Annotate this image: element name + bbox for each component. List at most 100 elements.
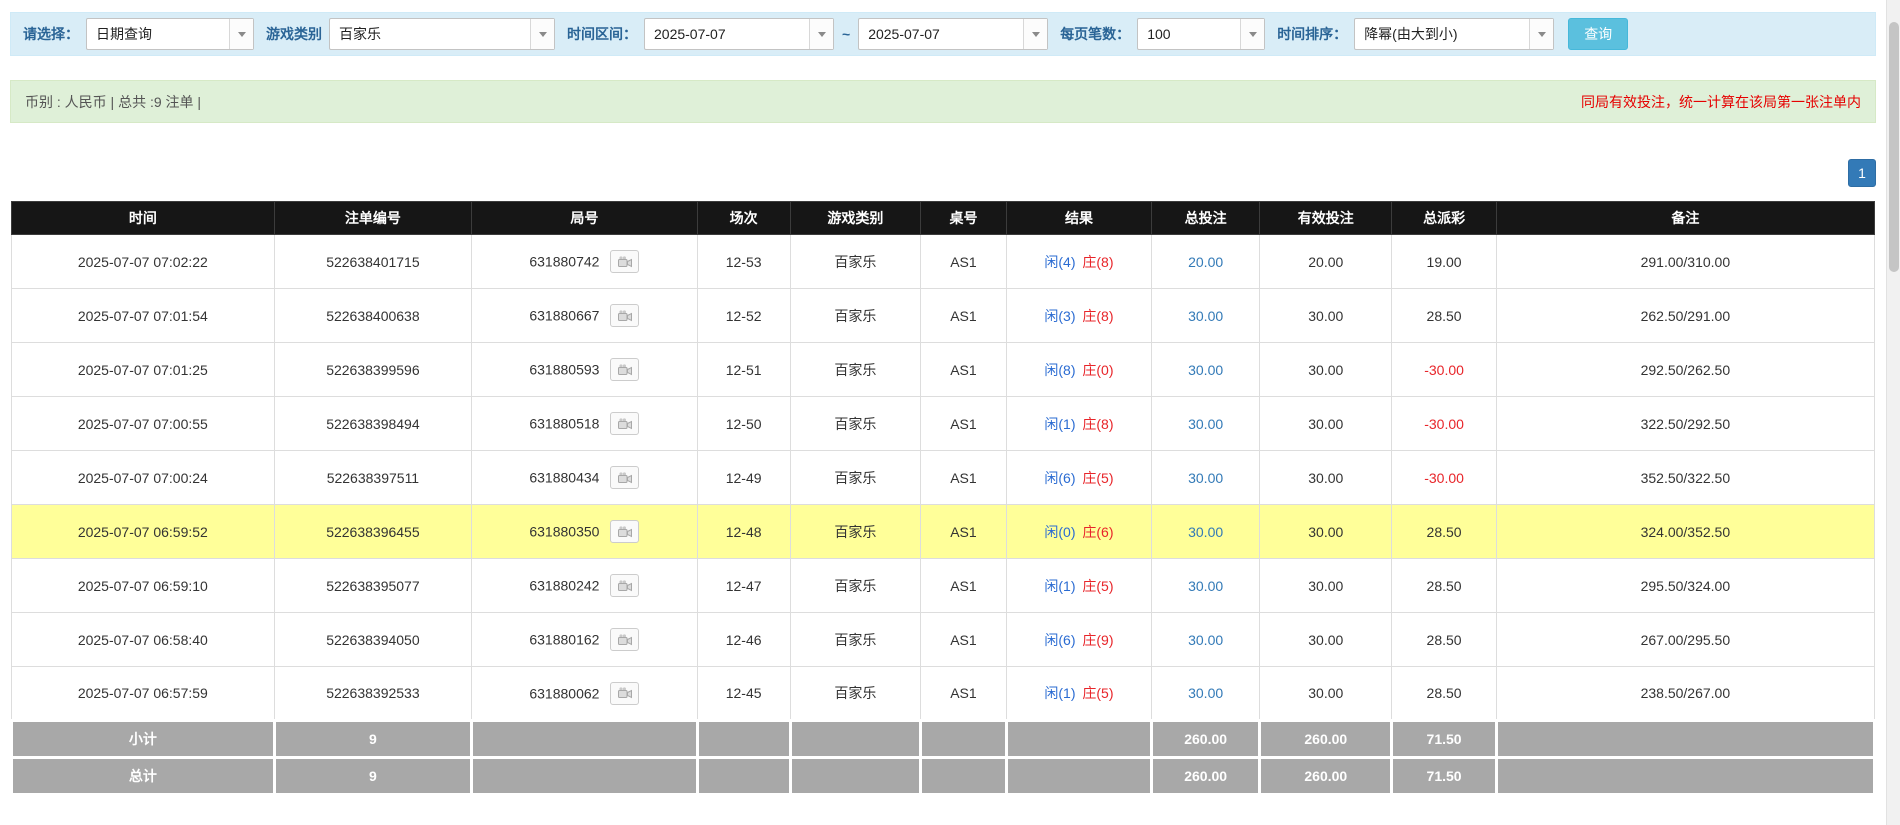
header-bet-id: 注单编号 [273,201,473,235]
table-row[interactable]: 2025-07-07 07:00:55 522638398494 6318805… [11,396,1876,451]
chevron-down-icon[interactable] [530,19,554,49]
replay-video-icon[interactable] [610,250,640,273]
round-number: 631880593 [529,361,600,378]
round-number: 631880350 [529,523,600,540]
cell-total-bet: 30.00 [1151,396,1261,451]
total-bet-link[interactable]: 30.00 [1188,416,1223,432]
cell-session: 12-52 [696,288,791,343]
cell-game-type: 百家乐 [789,612,922,667]
total-bet-link[interactable]: 30.00 [1188,308,1223,324]
cell-valid-bet: 30.00 [1259,396,1393,451]
header-valid-bet: 有效投注 [1259,201,1393,235]
chevron-down-icon[interactable] [809,19,833,49]
header-game-type: 游戏类别 [789,201,922,235]
replay-video-icon[interactable] [610,520,640,543]
cell-session: 12-50 [696,396,791,451]
cell-payout: 28.50 [1391,558,1497,613]
footer-empty-cell [919,756,1008,796]
subtotal-count: 9 [272,719,474,759]
cell-time: 2025-07-07 07:01:25 [11,342,275,397]
chevron-down-icon[interactable] [1023,19,1048,49]
replay-video-icon[interactable] [610,358,640,381]
table-row[interactable]: 2025-07-07 06:58:40 522638394050 6318801… [11,612,1876,667]
total-bet-link[interactable]: 30.00 [1188,470,1223,486]
replay-video-icon[interactable] [610,574,640,597]
table-row[interactable]: 2025-07-07 07:01:25 522638399596 6318805… [11,342,1876,397]
result-banker: 庄(8) [1082,253,1114,270]
grand-total-payout: 71.50 [1390,756,1498,796]
header-table-no: 桌号 [920,201,1007,235]
round-number: 631880434 [529,469,600,486]
cell-note: 291.00/310.00 [1495,234,1876,289]
table-row[interactable]: 2025-07-07 06:59:10 522638395077 6318802… [11,558,1876,613]
cell-session: 12-47 [696,558,791,613]
replay-video-icon[interactable] [610,412,640,435]
filter-bar: 请选择： 日期查询 游戏类别 百家乐 时间区间： 2025-07-07 ~ 20… [10,12,1876,56]
total-bet-link[interactable]: 30.00 [1188,524,1223,540]
total-bet-link[interactable]: 30.00 [1188,578,1223,594]
cell-total-bet: 30.00 [1151,612,1261,667]
cell-table-no: AS1 [920,450,1007,505]
chevron-down-icon[interactable] [229,19,253,49]
table-row[interactable]: 2025-07-07 06:59:52 522638396455 6318803… [11,504,1876,559]
result-banker: 庄(5) [1082,577,1114,594]
cell-valid-bet: 30.00 [1259,666,1393,721]
page-size-value: 100 [1147,26,1171,42]
table-row[interactable]: 2025-07-07 07:01:54 522638400638 6318806… [11,288,1876,343]
vertical-scrollbar[interactable] [1886,0,1900,825]
sort-order-select[interactable]: 降幂(由大到小) [1354,18,1555,50]
date-to-select[interactable]: 2025-07-07 [858,18,1049,50]
cell-game-type: 百家乐 [789,558,922,613]
cell-payout: 19.00 [1391,234,1497,289]
replay-video-icon[interactable] [610,466,640,489]
replay-video-icon[interactable] [610,681,640,705]
chevron-down-icon[interactable] [1529,19,1554,49]
valid-bet-notice: 同局有效投注，统一计算在该局第一张注单内 [1581,93,1861,110]
cell-session: 12-48 [696,504,791,559]
time-range-label: 时间区间： [567,26,637,42]
header-round-id: 局号 [471,201,698,235]
cell-bet-id: 522638398494 [273,396,473,451]
table-header: 时间 注单编号 局号 场次 游戏类别 桌号 结果 总投注 有效投注 总派彩 备注 [11,201,1876,235]
round-number: 631880518 [529,415,600,432]
cell-result: 闲(0) 庄(6) [1005,504,1153,559]
chevron-down-icon[interactable] [1240,19,1265,49]
cell-valid-bet: 30.00 [1259,558,1393,613]
total-bet-link[interactable]: 30.00 [1188,685,1223,701]
date-from-value: 2025-07-07 [654,26,726,42]
pagination: 1 [10,159,1876,187]
grand-total-label: 总计 [10,756,276,796]
result-banker: 庄(5) [1082,469,1114,486]
page-button-1[interactable]: 1 [1848,159,1876,187]
header-time: 时间 [11,201,275,235]
result-player: 闲(1) [1044,415,1076,432]
cell-round-id: 631880742 [471,234,698,289]
cell-bet-id: 522638392533 [273,666,473,721]
cell-table-no: AS1 [920,342,1007,397]
query-type-select[interactable]: 日期查询 [86,18,254,50]
scrollbar-thumb[interactable] [1889,22,1899,272]
table-row[interactable]: 2025-07-07 07:00:24 522638397511 6318804… [11,450,1876,505]
page-size-select[interactable]: 100 [1137,18,1266,50]
game-type-select[interactable]: 百家乐 [329,18,555,50]
cell-session: 12-51 [696,342,791,397]
cell-time: 2025-07-07 06:59:10 [11,558,275,613]
cell-payout: -30.00 [1391,396,1497,451]
replay-video-icon[interactable] [610,304,640,327]
date-from-select[interactable]: 2025-07-07 [644,18,834,50]
round-number: 631880742 [529,253,600,270]
cell-total-bet: 20.00 [1151,234,1261,289]
total-bet-link[interactable]: 30.00 [1188,632,1223,648]
replay-video-icon[interactable] [610,628,640,651]
table-row[interactable]: 2025-07-07 06:57:59 522638392533 6318800… [11,666,1876,721]
total-bet-link[interactable]: 20.00 [1188,254,1223,270]
table-row[interactable]: 2025-07-07 07:02:22 522638401715 6318807… [11,234,1876,289]
cell-total-bet: 30.00 [1151,666,1261,721]
bet-records-table: 时间 注单编号 局号 场次 游戏类别 桌号 结果 总投注 有效投注 总派彩 备注… [10,201,1877,796]
page-size-label: 每页笔数： [1060,26,1131,42]
footer-empty-cell [1004,719,1154,759]
footer-empty-cell [1004,756,1154,796]
total-bet-link[interactable]: 30.00 [1188,362,1223,378]
search-button[interactable]: 查询 [1568,18,1629,50]
subtotal-total-bet: 260.00 [1150,719,1262,759]
